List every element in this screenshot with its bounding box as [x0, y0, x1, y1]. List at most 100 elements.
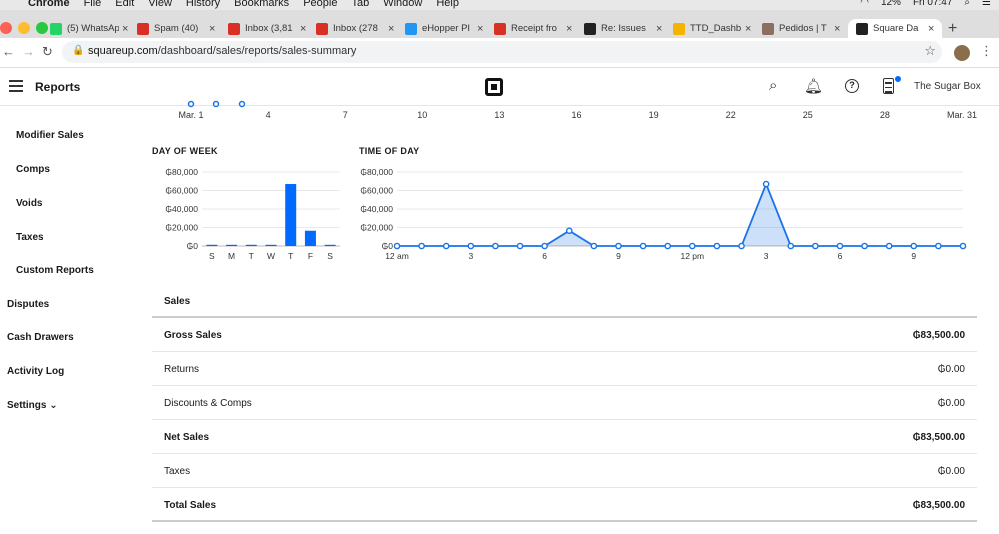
top-axis-tick-label: 22 — [726, 110, 736, 120]
data-point[interactable] — [910, 242, 918, 250]
hamburger-menu-icon[interactable] — [9, 80, 23, 95]
table-row-gross-sales[interactable]: Gross Sales ₲83,500.00 — [152, 318, 977, 352]
menu-history[interactable]: History — [186, 0, 220, 9]
data-point[interactable] — [492, 242, 499, 250]
new-tab-button[interactable]: + — [948, 20, 957, 38]
browser-menu-icon[interactable]: ⋮ — [980, 43, 993, 59]
close-tab-icon[interactable]: × — [122, 19, 128, 39]
control-center-icon[interactable]: ☰ — [982, 0, 991, 8]
sidebar-item-custom-reports[interactable]: Custom Reports — [16, 265, 94, 276]
menu-file[interactable]: File — [84, 0, 102, 9]
bar[interactable] — [304, 230, 316, 246]
close-window-button[interactable] — [0, 22, 12, 34]
sidebar-item-settings[interactable]: Settings ⌄ — [7, 400, 58, 411]
bar[interactable] — [226, 244, 238, 246]
bar[interactable] — [285, 184, 297, 246]
merchant-name[interactable]: The Sugar Box — [914, 81, 981, 92]
data-point[interactable] — [541, 242, 548, 250]
table-row-net-sales[interactable]: Net Sales ₲83,500.00 — [152, 420, 977, 454]
data-point[interactable] — [861, 242, 868, 250]
data-point[interactable] — [664, 242, 671, 250]
data-point[interactable] — [836, 242, 844, 250]
x-tick-label: 12 pm — [680, 251, 704, 261]
data-point[interactable] — [418, 242, 425, 250]
y-tick-label: ₲80,000 — [165, 167, 198, 177]
sidebar-item-activity-log[interactable]: Activity Log — [7, 366, 64, 377]
data-point[interactable] — [787, 242, 795, 250]
sidebar-item-disputes[interactable]: Disputes — [7, 299, 49, 310]
notifications-bell-icon[interactable]: 🔔︎ — [804, 77, 823, 95]
bar[interactable] — [245, 244, 257, 246]
data-point[interactable] — [689, 242, 696, 250]
table-row-taxes[interactable]: Taxes ₲0.00 — [152, 454, 977, 488]
data-point[interactable] — [565, 227, 573, 235]
bar[interactable] — [324, 244, 336, 246]
x-tick-label: S — [209, 251, 215, 261]
sidebar-item-comps[interactable]: Comps — [16, 164, 50, 175]
table-row-total-sales[interactable]: Total Sales ₲83,500.00 — [152, 488, 977, 522]
bookmark-star-icon[interactable]: ☆ — [924, 43, 936, 59]
data-point[interactable] — [442, 242, 450, 250]
close-tab-icon[interactable]: × — [928, 19, 934, 39]
daily-chart-point — [187, 100, 195, 108]
menu-edit[interactable]: Edit — [115, 0, 134, 9]
data-point[interactable] — [959, 242, 967, 250]
y-tick-label: ₲40,000 — [360, 204, 393, 214]
close-tab-icon[interactable]: × — [300, 19, 306, 39]
menu-window[interactable]: Window — [383, 0, 422, 9]
menu-app[interactable]: Chrome — [28, 0, 70, 9]
url-text[interactable]: squareup.com/dashboard/sales/reports/sal… — [88, 45, 356, 57]
bar[interactable] — [265, 244, 277, 246]
data-point[interactable] — [393, 242, 401, 250]
close-tab-icon[interactable]: × — [388, 19, 394, 39]
lock-icon[interactable]: 🔒 — [72, 45, 84, 56]
menu-view[interactable]: View — [148, 0, 172, 9]
sidebar-item-taxes[interactable]: Taxes — [16, 232, 44, 243]
table-row-returns[interactable]: Returns ₲0.00 — [152, 352, 977, 386]
data-point[interactable] — [615, 242, 622, 250]
data-point[interactable] — [762, 180, 770, 188]
address-bar[interactable]: 🔒 squareup.com/dashboard/sales/reports/s… — [62, 41, 942, 63]
clock[interactable]: Fri 07:47 — [913, 0, 952, 8]
data-point[interactable] — [516, 242, 524, 250]
tab-label: Re: Issues — [601, 23, 646, 34]
sidebar-item-voids[interactable]: Voids — [16, 198, 42, 209]
menu-bookmarks[interactable]: Bookmarks — [234, 0, 289, 9]
top-axis-tick-label: Mar. 1 — [178, 110, 203, 120]
close-tab-icon[interactable]: × — [745, 19, 751, 39]
help-icon[interactable]: ? — [845, 79, 859, 93]
square-logo-icon[interactable] — [485, 78, 503, 96]
close-tab-icon[interactable]: × — [209, 19, 215, 39]
data-point[interactable] — [885, 242, 893, 250]
menu-help[interactable]: Help — [436, 0, 459, 9]
data-point[interactable] — [467, 242, 475, 250]
sidebar-item-modifier-sales[interactable]: Modifier Sales — [16, 130, 84, 141]
minimize-window-button[interactable] — [18, 22, 30, 34]
search-icon[interactable]: ⌕ — [769, 77, 777, 94]
forward-icon[interactable]: → — [22, 44, 35, 59]
data-point[interactable] — [590, 242, 598, 250]
chevron-down-icon: ⌄ — [49, 400, 58, 411]
back-icon[interactable]: ← — [2, 44, 15, 59]
bar[interactable] — [206, 244, 218, 246]
wifi-icon[interactable]: ◠ — [860, 0, 869, 8]
notification-dot — [895, 76, 901, 82]
reload-icon[interactable]: ↻ — [42, 44, 53, 60]
menu-people[interactable]: People — [303, 0, 337, 9]
table-row-discounts-comps[interactable]: Discounts & Comps ₲0.00 — [152, 386, 977, 420]
close-tab-icon[interactable]: × — [656, 19, 662, 39]
data-point[interactable] — [935, 242, 942, 250]
clipboard-icon[interactable] — [883, 78, 894, 94]
data-point[interactable] — [639, 242, 647, 250]
sidebar-item-cash-drawers[interactable]: Cash Drawers — [7, 332, 74, 343]
data-point[interactable] — [812, 242, 819, 250]
data-point[interactable] — [713, 242, 721, 250]
close-tab-icon[interactable]: × — [834, 19, 840, 39]
close-tab-icon[interactable]: × — [477, 19, 483, 39]
close-tab-icon[interactable]: × — [566, 19, 572, 39]
menu-tab[interactable]: Tab — [351, 0, 369, 9]
zoom-window-button[interactable] — [36, 22, 48, 34]
profile-avatar[interactable] — [954, 45, 970, 61]
data-point[interactable] — [738, 242, 745, 250]
spotlight-icon[interactable]: ⌕ — [964, 0, 970, 8]
